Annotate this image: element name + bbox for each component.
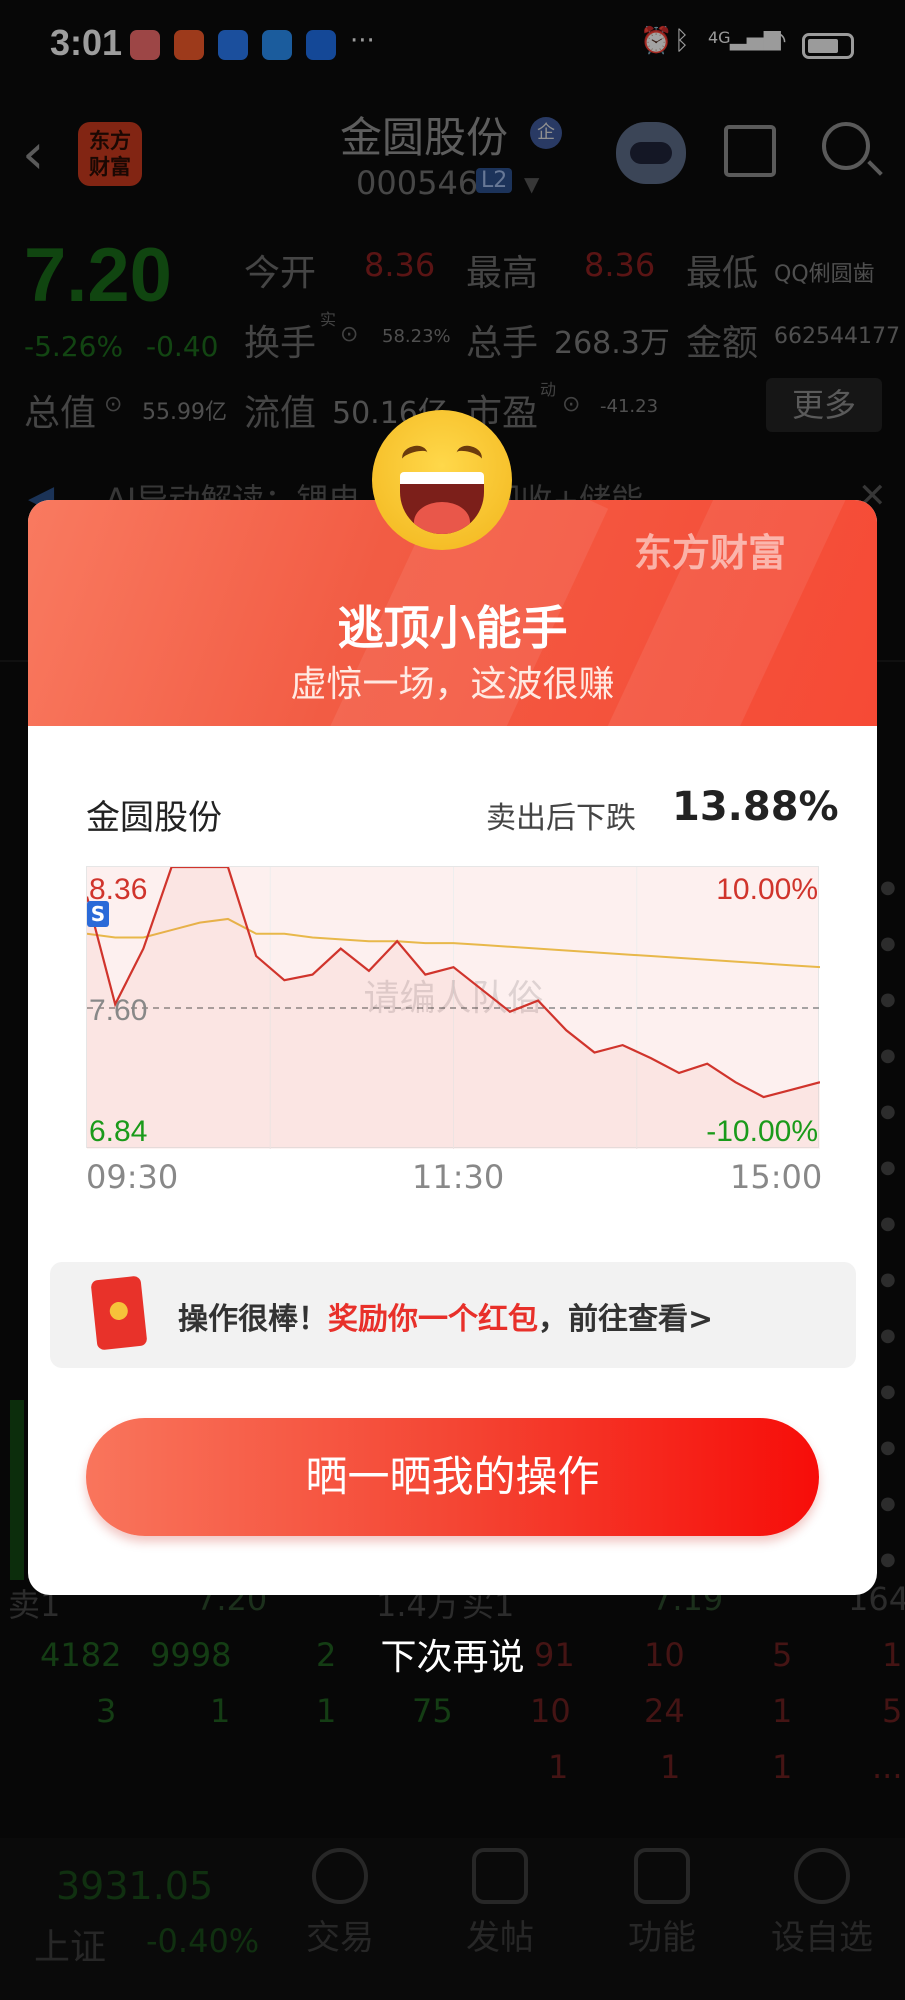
brand-watermark: 东方财富	[634, 531, 787, 575]
later-button[interactable]: 下次再说	[0, 1628, 905, 1680]
escape-top-modal: 东方财富 逃顶小能手 虚惊一场，这波很赚 金圆股份 卖出后下跌 13.88% 请…	[28, 500, 877, 1595]
x-tick: 11:30	[412, 1158, 505, 1196]
drop-label: 卖出后下跌	[486, 801, 636, 836]
chart-svg: 请编人队俗S8.367.606.8410.00%-10.00%	[85, 865, 821, 1149]
emoji-eye	[399, 442, 431, 470]
red-packet-text: 操作很棒！奖励你一个红包，前往查看>	[178, 1294, 713, 1338]
drop-percent: 13.88%	[672, 784, 839, 830]
reward-suffix[interactable]: ，前往查看>	[538, 1302, 713, 1337]
share-operation-button[interactable]: 晒一晒我的操作	[86, 1418, 819, 1536]
emoji-eye	[453, 442, 485, 470]
modal-title: 逃顶小能手	[337, 601, 568, 655]
y-tick-label: 6.84	[89, 1115, 147, 1148]
laughing-emoji-icon	[372, 410, 512, 550]
intraday-chart: 请编人队俗S8.367.606.8410.00%-10.00%	[85, 865, 821, 1149]
red-envelope-icon	[90, 1275, 148, 1351]
y-tick-label-right: -10.00%	[706, 1115, 818, 1148]
x-tick: 09:30	[86, 1158, 179, 1196]
modal-subtitle: 虚惊一场，这波很赚	[290, 664, 615, 705]
emoji-teeth	[400, 472, 484, 484]
modal-stock-name: 金圆股份	[86, 798, 222, 838]
reward-prefix: 操作很棒！	[178, 1302, 328, 1337]
y-tick-label-right: 10.00%	[716, 873, 818, 906]
y-tick-label: 8.36	[89, 873, 147, 906]
x-tick: 15:00	[730, 1158, 823, 1196]
red-packet-banner[interactable]: 操作很棒！奖励你一个红包，前往查看>	[50, 1262, 856, 1368]
y-tick-label: 7.60	[89, 994, 147, 1027]
reward-highlight: 奖励你一个红包	[328, 1302, 538, 1337]
